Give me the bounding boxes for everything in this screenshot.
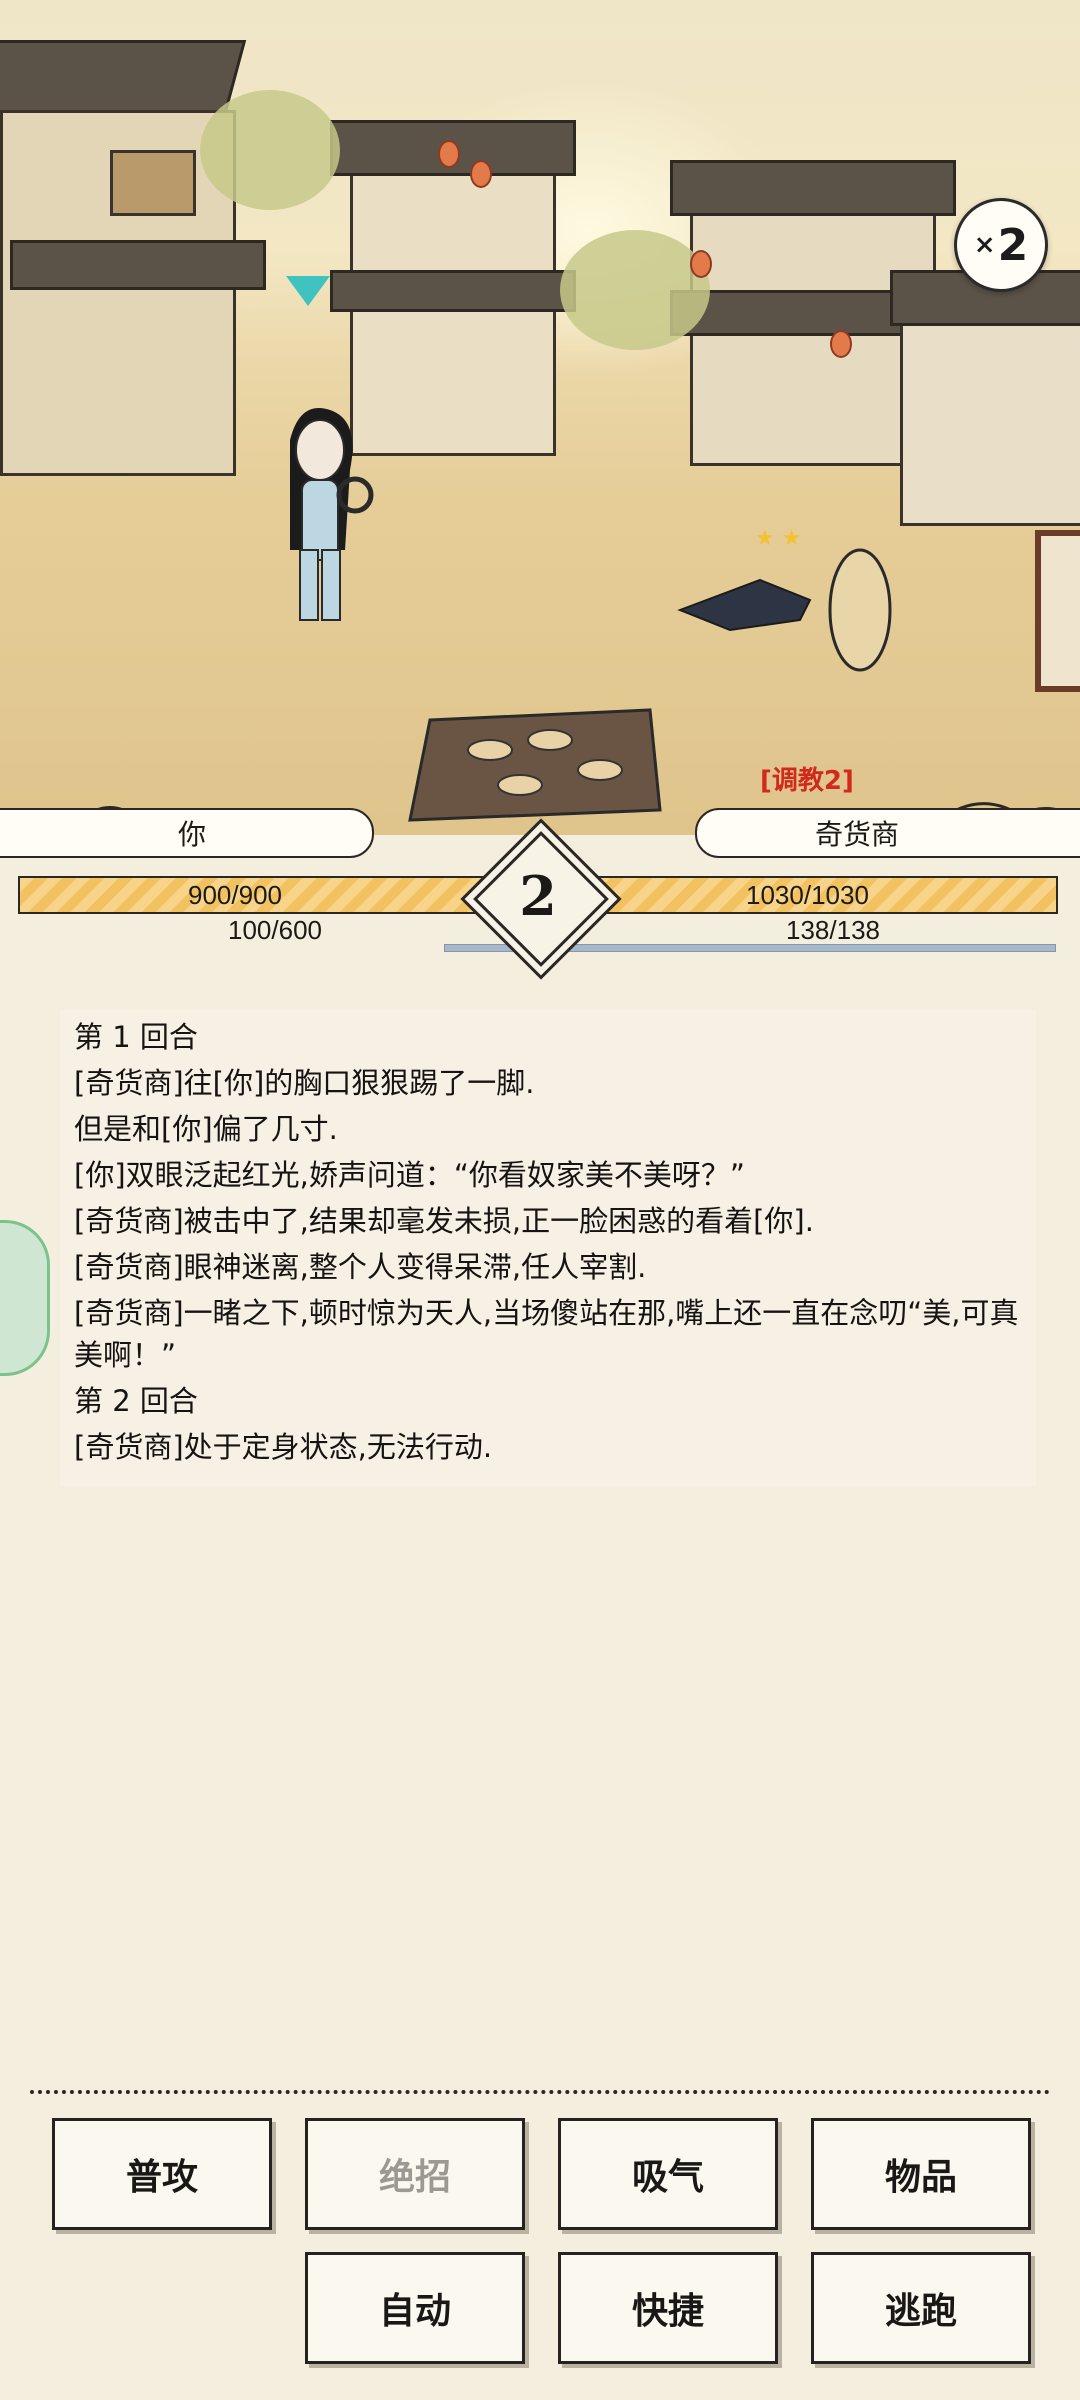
auto-button[interactable]: 自动 (305, 2252, 525, 2364)
side-float-badge[interactable]: 4398 (0, 1220, 50, 1376)
player-character (290, 408, 374, 621)
lantern (470, 160, 492, 188)
right-building-roof (670, 160, 956, 216)
enemy-name: 奇货商 (814, 818, 899, 851)
divider (30, 2090, 1050, 2094)
player-hp-text: 900/900 (188, 880, 282, 910)
enemy-name-bar: 奇货商 (695, 808, 1080, 858)
battle-log: 第 1 回合 [奇货商]往[你]的胸口狠狠踢了一脚. 但是和[你]偏了几寸. [… (60, 1010, 1036, 1486)
enemy-character: ★ ★ (677, 526, 892, 672)
left-building-roof (0, 40, 247, 116)
lantern (438, 140, 460, 168)
mid-left-roof-2 (330, 270, 576, 312)
breath-button[interactable]: 吸气 (558, 2118, 778, 2230)
log-line: [奇货商]眼神迷离,整个人变得呆滞,任人宰割. (74, 1250, 647, 1284)
battle-scene: ★ ★ × 2 [调教2] (0, 0, 1080, 835)
round-number: 2 (519, 864, 557, 928)
quick-button[interactable]: 快捷 (558, 2252, 778, 2364)
tree (560, 230, 710, 350)
ultimate-button[interactable]: 绝招 (305, 2118, 525, 2230)
speed-toggle-button[interactable]: × 2 (954, 198, 1048, 292)
sign-board (1035, 530, 1080, 692)
enemy-mp-text: 138/138 (786, 915, 880, 945)
log-line: 第 1 回合 (74, 1020, 198, 1054)
player-mp-text: 100/600 (228, 915, 322, 945)
log-line: [奇货商]一睹之下,顿时惊为天人,当场傻站在那,嘴上还一直在念叨“美,可真美啊！… (74, 1296, 1019, 1372)
svg-text:★ ★: ★ ★ (755, 526, 801, 551)
flee-button[interactable]: 逃跑 (811, 2252, 1031, 2364)
log-line: [奇货商]处于定身状态,无法行动. (74, 1430, 493, 1464)
speed-value: 2 (997, 219, 1029, 271)
log-line: [奇货商]往[你]的胸口狠狠踢了一脚. (74, 1066, 535, 1100)
items-button[interactable]: 物品 (811, 2118, 1031, 2230)
attack-button[interactable]: 普攻 (52, 2118, 272, 2230)
player-name-bar: 你 (0, 808, 374, 858)
left-building-window (110, 150, 196, 216)
enemy-hp-text: 1030/1030 (746, 880, 869, 910)
speed-prefix: × (973, 230, 996, 260)
far-right-building (900, 300, 1080, 526)
player-name: 你 (177, 818, 206, 851)
left-building-roof-2 (10, 240, 266, 290)
log-line: [奇货商]被击中了,结果却毫发未损,正一脸困惑的看着[你]. (74, 1204, 814, 1238)
log-line: [你]双眼泛起红光,娇声问道：“你看奴家美不美呀？” (74, 1158, 745, 1192)
tree (200, 90, 340, 210)
round-counter-badge: 2 (468, 826, 609, 967)
active-turn-indicator-icon (286, 276, 330, 306)
log-line: 第 2 回合 (74, 1384, 198, 1418)
lantern (690, 250, 712, 278)
lantern (830, 330, 852, 358)
log-line: 但是和[你]偏了几寸. (74, 1112, 338, 1146)
